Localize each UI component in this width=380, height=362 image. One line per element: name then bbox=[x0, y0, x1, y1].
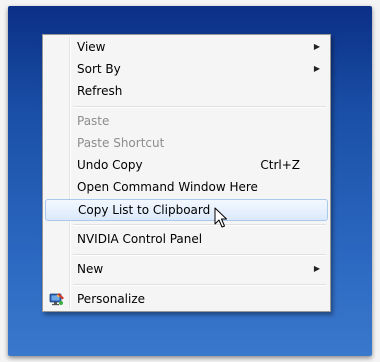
submenu-arrow-icon: ▶ bbox=[313, 42, 320, 51]
menu-item-label: Paste Shortcut bbox=[77, 136, 165, 150]
menu-item-nvidia-control-panel[interactable]: NVIDIA Control Panel bbox=[45, 228, 328, 250]
menu-item-label: NVIDIA Control Panel bbox=[77, 232, 203, 246]
menu-item-label: Paste bbox=[77, 114, 110, 128]
menu-item-sort-by[interactable]: Sort By ▶ bbox=[45, 58, 328, 80]
menu-item-label: Refresh bbox=[77, 84, 123, 98]
context-menu: View ▶ Sort By ▶ Refresh Paste Paste Sho… bbox=[42, 34, 331, 312]
menu-item-label: Open Command Window Here bbox=[77, 180, 258, 194]
menu-item-new[interactable]: New ▶ bbox=[45, 258, 328, 280]
menu-item-open-command-window[interactable]: Open Command Window Here bbox=[45, 176, 328, 198]
personalize-icon bbox=[49, 293, 64, 306]
submenu-arrow-icon: ▶ bbox=[313, 64, 320, 73]
menu-item-copy-list-to-clipboard[interactable]: Copy List to Clipboard bbox=[45, 199, 328, 221]
menu-item-label: View bbox=[77, 40, 106, 54]
menu-separator bbox=[73, 224, 326, 226]
menu-separator bbox=[73, 284, 326, 286]
menu-item-label: Undo Copy bbox=[77, 158, 143, 172]
menu-item-refresh[interactable]: Refresh bbox=[45, 80, 328, 102]
menu-item-label: Personalize bbox=[77, 292, 146, 306]
menu-item-paste-shortcut: Paste Shortcut bbox=[45, 132, 328, 154]
shortcut-label: Ctrl+Z bbox=[260, 158, 300, 172]
menu-item-label: Sort By bbox=[77, 62, 121, 76]
menu-item-label: New bbox=[77, 262, 104, 276]
submenu-arrow-icon: ▶ bbox=[313, 264, 320, 273]
menu-item-personalize[interactable]: Personalize bbox=[45, 288, 328, 310]
menu-item-view[interactable]: View ▶ bbox=[45, 36, 328, 58]
menu-item-undo-copy[interactable]: Undo Copy Ctrl+Z bbox=[45, 154, 328, 176]
menu-separator bbox=[73, 254, 326, 256]
menu-item-paste: Paste bbox=[45, 110, 328, 132]
mouse-cursor-icon bbox=[214, 207, 227, 228]
menu-separator bbox=[73, 106, 326, 108]
menu-item-label: Copy List to Clipboard bbox=[78, 203, 211, 217]
